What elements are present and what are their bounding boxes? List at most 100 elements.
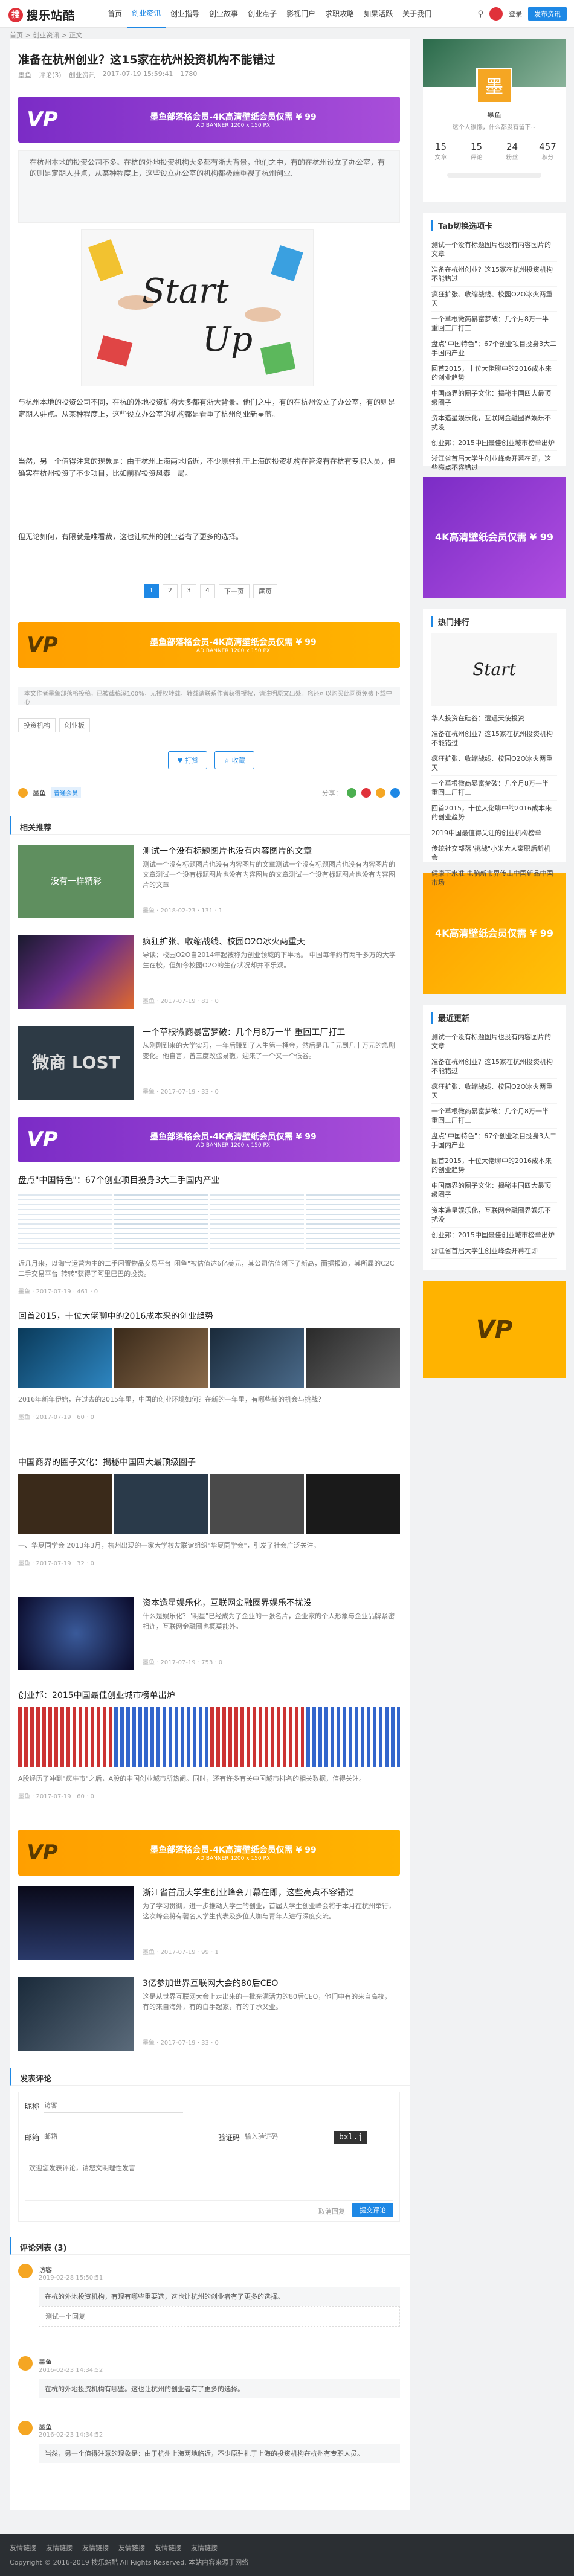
- list-item[interactable]: 准备在杭州创业？这15家在杭州投资机构不能错过: [431, 1054, 557, 1079]
- commenter-name[interactable]: 访客: [39, 2265, 52, 2275]
- commenter-name[interactable]: 墨鱼: [39, 2422, 52, 2432]
- footer-link[interactable]: 友情链接: [155, 2543, 181, 2552]
- cancel-reply-link[interactable]: 取消回复: [318, 2206, 345, 2216]
- strip-title[interactable]: 中国商界的圈子文化：揭秘中国四大最顶级圈子: [18, 1456, 400, 1468]
- related-card[interactable]: 3亿参加世界互联网大会的80后CEO 这是从世界互联网大会上走出来的一批充满活力…: [18, 1977, 400, 2051]
- tag-link[interactable]: 创业板: [59, 718, 90, 732]
- list-item[interactable]: 测试一个没有标题图片也没有内容图片的文章: [431, 237, 557, 262]
- card-title[interactable]: 一个草根微商暴富梦破：几个月8万一半 重回工厂打工: [143, 1026, 345, 1038]
- card-thumb[interactable]: [18, 1886, 134, 1960]
- list-item[interactable]: 回首2015，十位大佬聊中的2016成本来的创业趋势: [431, 801, 557, 825]
- list-item[interactable]: 一个草根微商暴富梦破：几个月8万一半 重回工厂打工: [431, 1104, 557, 1129]
- card-thumb[interactable]: 微商 LOST: [18, 1026, 134, 1100]
- related-strip-item[interactable]: 创业邦：2015中国最佳创业城市榜单出炉 A股经历了冲到"疯牛市"之后，A股的中…: [18, 1689, 400, 1800]
- footer-link[interactable]: 友情链接: [118, 2543, 145, 2552]
- list-item[interactable]: 浙江省首届大学生创业峰会开幕在即，这些亮点不容错过: [431, 451, 557, 476]
- list-item[interactable]: 盘点"中国特色"：67个创业项目投身3大二手国内产业: [431, 1129, 557, 1153]
- nav-item[interactable]: 创业故事: [204, 0, 243, 28]
- login-link[interactable]: 登录: [509, 9, 522, 19]
- nav-item[interactable]: 影视门户: [282, 0, 320, 28]
- page-link[interactable]: 3: [181, 584, 196, 598]
- sidebar-ad-2[interactable]: 4K高清壁纸会员仅需 ¥ 99: [423, 873, 566, 994]
- list-item[interactable]: 回首2015，十位大佬聊中的2016成本来的创业趋势: [431, 1153, 557, 1178]
- card-thumb[interactable]: [18, 1597, 134, 1670]
- list-item[interactable]: 浙江省首届大学生创业峰会开幕在即: [431, 1243, 557, 1259]
- nav-item[interactable]: 首页: [103, 0, 127, 28]
- nav-item[interactable]: 求职攻略: [320, 0, 359, 28]
- list-item[interactable]: 创业邦：2015中国最佳创业城市榜单出炉: [431, 1228, 557, 1243]
- list-item[interactable]: 疯狂扩张、收缩战线、校园O2O冰火两重天: [431, 751, 557, 776]
- email-input[interactable]: [44, 2130, 184, 2144]
- list-item[interactable]: 资本造星娱乐化，互联网金融圈界娱乐不扰没: [431, 411, 557, 435]
- author-avatar[interactable]: [18, 787, 28, 798]
- card-thumb[interactable]: [18, 935, 134, 1009]
- reward-button[interactable]: ♥ 打赏: [168, 751, 208, 769]
- card-title[interactable]: 资本造星娱乐化，互联网金融圈界娱乐不扰没: [143, 1597, 312, 1609]
- strip-title[interactable]: 盘点"中国特色"：67个创业项目投身3大二手国内产业: [18, 1174, 400, 1186]
- related-card[interactable]: 没有一样精彩 测试一个没有标题图片也没有内容图片的文章 测试一个没有标题图片也没…: [18, 845, 400, 918]
- list-item[interactable]: 中国商界的圈子文化：揭秘中国四大最顶级圈子: [431, 386, 557, 411]
- tag-link[interactable]: 投资机构: [18, 718, 56, 732]
- sidebar-ad-3[interactable]: VP: [423, 1281, 566, 1378]
- hot-thumb[interactable]: Start: [431, 633, 557, 706]
- collect-button[interactable]: ☆ 收藏: [214, 751, 254, 769]
- list-item[interactable]: 测试一个没有标题图片也没有内容图片的文章: [431, 1030, 557, 1054]
- last-page-link[interactable]: 尾页: [253, 584, 277, 598]
- ad-banner-related[interactable]: VP 墨鱼部落格会员-4K高清壁纸会员仅需 ¥ 99 AD BANNER 1200…: [18, 1117, 400, 1162]
- related-strip-item[interactable]: 盘点"中国特色"：67个创业项目投身3大二手国内产业 近几月来，以淘宝运营为主的…: [18, 1174, 400, 1295]
- list-item[interactable]: 创业邦：2015中国最佳创业城市榜单出炉: [431, 435, 557, 451]
- strip-title[interactable]: 回首2015，十位大佬聊中的2016成本来的创业趋势: [18, 1310, 400, 1322]
- meta-comments[interactable]: 评论(3): [39, 70, 62, 80]
- list-item[interactable]: 盘点"中国特色"：67个创业项目投身3大二手国内产业: [431, 336, 557, 361]
- post-button[interactable]: 发布资讯: [528, 7, 567, 21]
- card-title[interactable]: 测试一个没有标题图片也没有内容图片的文章: [143, 845, 312, 857]
- profile-logo[interactable]: 墨: [476, 68, 512, 104]
- card-title[interactable]: 浙江省首届大学生创业峰会开幕在即，这些亮点不容错过: [143, 1886, 354, 1898]
- related-card[interactable]: 微商 LOST 一个草根微商暴富梦破：几个月8万一半 重回工厂打工 从刚刚到来的…: [18, 1026, 400, 1100]
- list-item[interactable]: 一个草根微商暴富梦破：几个月8万一半 重回工厂打工: [431, 776, 557, 801]
- commenter-name[interactable]: 墨鱼: [39, 2357, 52, 2367]
- footer-link[interactable]: 友情链接: [46, 2543, 73, 2552]
- user-avatar[interactable]: [489, 7, 503, 21]
- captcha-input[interactable]: [245, 2130, 330, 2144]
- card-title[interactable]: 3亿参加世界互联网大会的80后CEO: [143, 1977, 278, 1989]
- footer-link[interactable]: 友情链接: [10, 2543, 36, 2552]
- site-logo[interactable]: 搜 搜乐站酷: [8, 7, 75, 23]
- next-page-link[interactable]: 下一页: [219, 584, 250, 598]
- nav-item[interactable]: 创业点子: [243, 0, 282, 28]
- weibo-icon[interactable]: [361, 787, 371, 798]
- list-item[interactable]: 中国商界的圈子文化：揭秘中国四大最顶级圈子: [431, 1178, 557, 1203]
- search-icon[interactable]: ⚲: [477, 10, 483, 19]
- list-item[interactable]: 准备在杭州创业？这15家在杭州投资机构不能错过: [431, 262, 557, 287]
- nav-item[interactable]: 如果活跃: [359, 0, 398, 28]
- list-item[interactable]: 资本造星娱乐化，互联网金融圈界娱乐不扰没: [431, 1203, 557, 1228]
- card-thumb[interactable]: 没有一样精彩: [18, 845, 134, 918]
- page-link[interactable]: 4: [200, 584, 215, 598]
- footer-link[interactable]: 友情链接: [191, 2543, 218, 2552]
- page-link[interactable]: 2: [163, 584, 178, 598]
- related-card[interactable]: 资本造星娱乐化，互联网金融圈界娱乐不扰没 什么是娱乐化？"明星"已经成为了企业的…: [18, 1597, 400, 1670]
- related-strip-item[interactable]: 回首2015，十位大佬聊中的2016成本来的创业趋势 2016年新年伊始，在过去…: [18, 1310, 400, 1421]
- related-card[interactable]: 疯狂扩张、收缩战线、校园O2O冰火两重天 导读：校园O2O自2014年起被称为创…: [18, 935, 400, 1009]
- author-name[interactable]: 墨鱼: [33, 788, 46, 798]
- qzone-icon[interactable]: [376, 787, 385, 798]
- footer-link[interactable]: 友情链接: [82, 2543, 109, 2552]
- card-thumb[interactable]: [18, 1977, 134, 2051]
- qq-icon[interactable]: [390, 787, 400, 798]
- nav-item-active[interactable]: 创业资讯: [127, 0, 166, 28]
- profile-name[interactable]: 墨鱼: [423, 110, 566, 120]
- page-link-active[interactable]: 1: [144, 584, 159, 598]
- list-item[interactable]: 一个草根微商暴富梦破：几个月8万一半 重回工厂打工: [431, 312, 557, 336]
- related-strip-item[interactable]: 中国商界的圈子文化：揭秘中国四大最顶级圈子 一、华夏同学会 2013年3月，杭州…: [18, 1456, 400, 1567]
- nav-item[interactable]: 关于我们: [398, 0, 436, 28]
- related-card[interactable]: 浙江省首届大学生创业峰会开幕在即，这些亮点不容错过 为了学习贯彻，进一步推动大学…: [18, 1886, 400, 1960]
- list-item[interactable]: 传统社交部落"挑战"小米大人离职后新机会: [431, 841, 557, 866]
- list-item[interactable]: 疯狂扩张、收缩战线、校园O2O冰火两重天: [431, 287, 557, 312]
- nav-item[interactable]: 创业指导: [166, 0, 204, 28]
- comment-textarea[interactable]: [25, 2159, 393, 2201]
- captcha-image[interactable]: bxl.j: [334, 2130, 368, 2144]
- meta-category[interactable]: 创业资讯: [69, 70, 95, 80]
- submit-comment-button[interactable]: 提交评论: [352, 2203, 393, 2217]
- ad-banner-related-2[interactable]: VP 墨鱼部落格会员-4K高清壁纸会员仅需 ¥ 99 AD BANNER 1200…: [18, 1830, 400, 1876]
- list-item[interactable]: 回首2015，十位大佬聊中的2016成本来的创业趋势: [431, 361, 557, 386]
